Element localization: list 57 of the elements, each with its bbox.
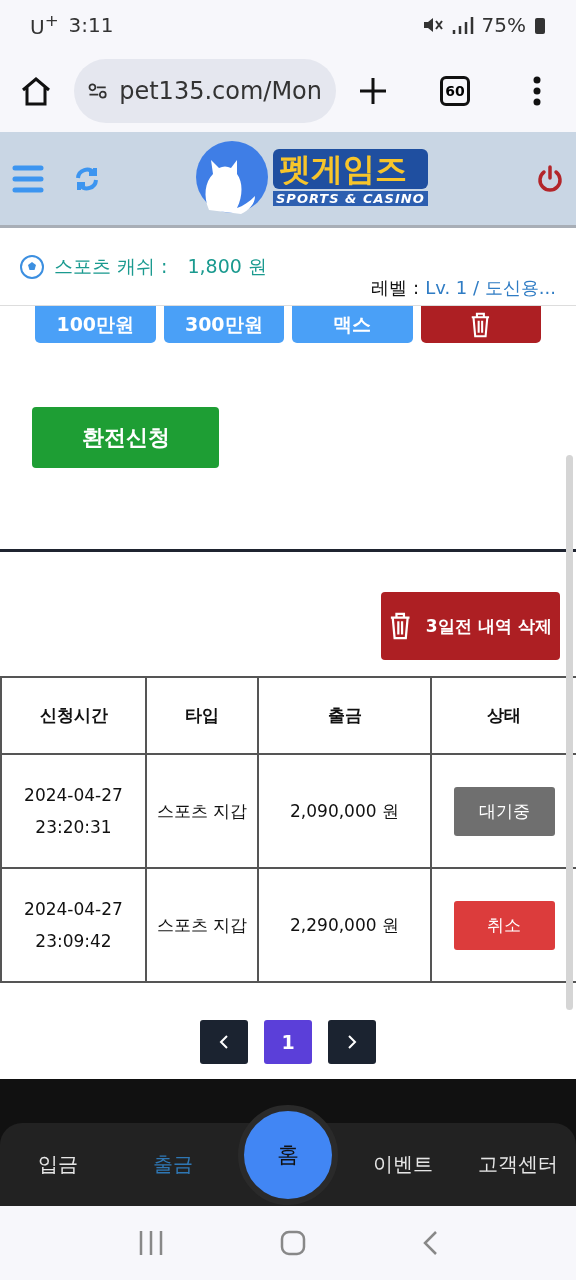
nav-tab[interactable]: 고객센터 — [460, 1151, 576, 1178]
request-time: 23:09:42 — [35, 931, 112, 951]
logo-subtitle: SPORTS & CASINO — [273, 190, 428, 206]
soccer-ball-icon — [20, 255, 44, 279]
site-settings-icon — [88, 81, 108, 101]
recent-apps-icon[interactable] — [138, 1231, 164, 1255]
trash-icon — [389, 612, 412, 640]
carrier-label: U$^{+}$ — [30, 11, 59, 39]
next-page-button[interactable] — [328, 1020, 376, 1064]
clock-time: 3:11 — [68, 13, 114, 37]
column-header: 출금 — [327, 704, 362, 727]
logo-title: 펫게임즈 — [273, 148, 428, 189]
nav-tab[interactable]: 입금 — [0, 1151, 116, 1178]
amount-cell: 2,290,000 원 — [290, 913, 399, 937]
status-button[interactable]: 대기중 — [453, 786, 555, 836]
delete-history-button[interactable]: 3일전 내역 삭제 — [381, 592, 560, 660]
exchange-request-button[interactable]: 환전신청 — [32, 407, 219, 468]
amount-button[interactable]: 맥스 — [292, 306, 413, 343]
page-button[interactable]: 1 — [264, 1020, 312, 1064]
status-button[interactable]: 취소 — [453, 900, 555, 950]
clear-button[interactable] — [420, 306, 541, 343]
battery-icon — [534, 16, 546, 34]
mute-icon — [421, 15, 444, 35]
request-date: 2024-04-27 — [24, 785, 123, 805]
menu-icon[interactable] — [12, 164, 44, 193]
trash-icon — [470, 311, 492, 338]
battery-percent: 75% — [481, 13, 526, 37]
request-date: 2024-04-27 — [24, 899, 123, 919]
plus-icon[interactable] — [358, 76, 388, 106]
chevron-left-icon — [219, 1034, 229, 1050]
nav-tab[interactable]: 이벤트 — [345, 1151, 461, 1178]
previous-page-button[interactable] — [200, 1020, 248, 1064]
cat-logo-icon — [195, 140, 269, 214]
amount-button[interactable]: 300만원 — [163, 306, 284, 343]
back-icon[interactable] — [422, 1230, 438, 1256]
url-field[interactable]: pet135.com/Mon — [74, 59, 336, 123]
column-header: 신청시간 — [39, 704, 108, 727]
level-label: 레벨 : — [371, 276, 420, 300]
tab-count[interactable]: 60 — [440, 76, 470, 106]
type-cell: 스포츠 지갑 — [156, 913, 248, 937]
refresh-icon[interactable] — [74, 165, 100, 192]
power-icon[interactable] — [536, 164, 564, 193]
column-header: 상태 — [487, 704, 521, 727]
cash-value: 1,800 원 — [187, 254, 267, 279]
home-nav-icon[interactable] — [280, 1230, 306, 1256]
cash-label: 스포츠 캐쉬 : — [54, 254, 168, 279]
column-header: 타입 — [185, 704, 219, 727]
signal-icon — [451, 16, 474, 34]
request-time: 23:20:31 — [35, 817, 112, 837]
amount-cell: 2,090,000 원 — [290, 799, 399, 823]
home-icon[interactable] — [20, 76, 52, 106]
type-cell: 스포츠 지갑 — [156, 799, 248, 823]
chevron-right-icon — [347, 1034, 357, 1050]
nav-tab[interactable]: 출금 — [115, 1151, 231, 1178]
more-icon[interactable] — [532, 76, 542, 106]
level-value: Lv. 1 / 도신용... — [425, 276, 556, 300]
amount-button[interactable]: 100만원 — [35, 306, 156, 343]
